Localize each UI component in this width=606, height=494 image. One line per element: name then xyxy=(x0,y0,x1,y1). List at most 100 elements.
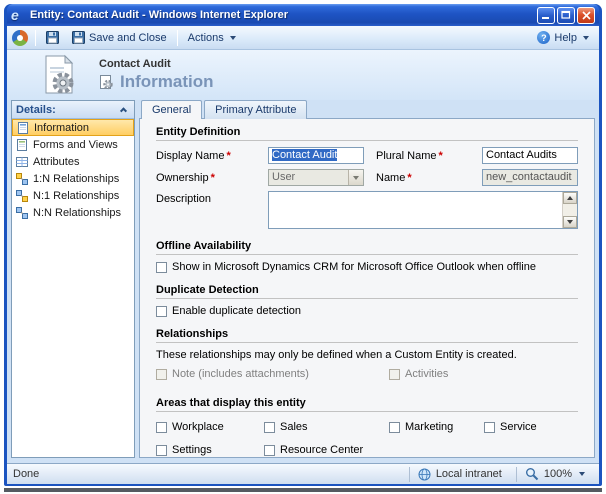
sidebar-item-forms-and-views[interactable]: Forms and Views xyxy=(12,136,134,153)
area-settings-checkbox[interactable] xyxy=(156,445,167,456)
entity-header: Contact Audit Information xyxy=(7,50,599,100)
toolbar-separator xyxy=(177,30,178,46)
maximize-button[interactable] xyxy=(557,7,575,24)
titlebar[interactable]: e Entity: Contact Audit - Windows Intern… xyxy=(7,4,599,26)
duplicate-detection-checkbox[interactable] xyxy=(156,306,167,317)
note-attachments-checkbox-label: Note (includes attachments) xyxy=(172,368,309,380)
chevron-down-icon xyxy=(230,36,236,40)
tab-strip: General Primary Attribute xyxy=(139,100,595,119)
form-icon xyxy=(17,122,29,134)
area-marketing-checkbox[interactable] xyxy=(389,422,400,433)
sidebar-item-information[interactable]: Information xyxy=(12,119,134,136)
sidebar-item-label: N:N Relationships xyxy=(33,207,121,219)
forms-views-icon xyxy=(16,139,28,151)
sidebar-item-label: Information xyxy=(34,122,89,134)
dropdown-arrow-icon xyxy=(348,170,363,185)
help-menu-button[interactable]: ? Help xyxy=(532,29,594,46)
close-icon xyxy=(582,11,591,20)
sidebar-item-label: N:1 Relationships xyxy=(33,190,119,202)
area-checkbox-label: Workplace xyxy=(172,421,224,433)
actions-menu-button[interactable]: Actions xyxy=(183,30,241,46)
toolbar-separator xyxy=(35,30,36,46)
window-bottom-edge xyxy=(4,488,602,492)
sidebar-item-attributes[interactable]: Attributes xyxy=(12,153,134,170)
save-icon xyxy=(46,31,59,44)
crm-logo-icon xyxy=(12,30,28,46)
sidebar: Details: Information Forms and Views Att… xyxy=(11,100,135,458)
description-textarea[interactable] xyxy=(268,191,578,229)
attributes-icon xyxy=(16,156,28,168)
minimize-button[interactable] xyxy=(537,7,555,24)
close-button[interactable] xyxy=(577,7,595,24)
chevron-down-icon xyxy=(579,472,585,476)
ie-logo-icon: e xyxy=(11,8,26,23)
page-title: Information xyxy=(120,72,214,92)
name-input: new_contactaudit xyxy=(482,169,578,186)
display-name-label: Display Name* xyxy=(156,150,256,162)
entity-name: Contact Audit xyxy=(99,58,214,70)
area-checkbox-label: Sales xyxy=(280,421,308,433)
scroll-down-button[interactable] xyxy=(563,216,577,228)
entity-page-gear-icon xyxy=(41,54,77,96)
duplicate-detection-checkbox-label: Enable duplicate detection xyxy=(172,305,301,317)
area-checkbox-label: Resource Center xyxy=(280,444,363,456)
sidebar-item-label: Attributes xyxy=(33,156,79,168)
plural-name-label: Plural Name* xyxy=(376,150,470,162)
main-area: Details: Information Forms and Views Att… xyxy=(7,100,599,463)
arrow-down-icon xyxy=(567,220,573,224)
scroll-up-button[interactable] xyxy=(563,192,577,204)
status-text: Done xyxy=(13,468,403,480)
magnifier-icon xyxy=(525,467,539,481)
save-and-close-label: Save and Close xyxy=(89,32,167,44)
toolbar: Save and Close Actions ? Help xyxy=(7,26,599,50)
required-marker: * xyxy=(407,172,411,184)
required-marker: * xyxy=(439,150,443,162)
section-heading: Offline Availability xyxy=(156,237,578,255)
area-workplace-checkbox[interactable] xyxy=(156,422,167,433)
tab-primary-attribute[interactable]: Primary Attribute xyxy=(204,100,307,119)
security-zone-indicator[interactable]: Local intranet xyxy=(409,467,510,482)
zoom-control[interactable]: 100% xyxy=(516,467,593,482)
activities-checkbox xyxy=(389,369,400,380)
zone-label: Local intranet xyxy=(436,468,502,480)
required-marker: * xyxy=(226,150,230,162)
save-and-close-button[interactable]: Save and Close xyxy=(67,29,172,46)
save-button[interactable] xyxy=(41,29,64,46)
content-area: General Primary Attribute Entity Definit… xyxy=(139,100,595,458)
area-checkbox-label: Settings xyxy=(172,444,212,456)
area-checkbox-label: Marketing xyxy=(405,421,453,433)
chevron-up-icon xyxy=(120,107,127,114)
sidebar-item-label: Forms and Views xyxy=(33,139,118,151)
section-heading: Entity Definition xyxy=(156,123,578,141)
description-scrollbar[interactable] xyxy=(562,192,577,228)
zoom-level: 100% xyxy=(544,468,572,480)
window-controls xyxy=(537,7,595,24)
description-label: Description xyxy=(156,191,256,205)
window-client-area: Save and Close Actions ? Help xyxy=(7,26,599,484)
section-heading: Duplicate Detection xyxy=(156,281,578,299)
sidebar-item-n1-relationships[interactable]: N:1 Relationships xyxy=(12,187,134,204)
sidebar-title: Details: xyxy=(16,104,56,116)
relationship-icon xyxy=(16,190,28,202)
collapse-sidebar-button[interactable] xyxy=(117,103,130,116)
relationships-note: These relationships may only be defined … xyxy=(156,349,578,361)
area-service-checkbox[interactable] xyxy=(484,422,495,433)
section-relationships: Relationships These relationships may on… xyxy=(156,325,578,386)
area-resource-center-checkbox[interactable] xyxy=(264,445,275,456)
required-marker: * xyxy=(211,172,215,184)
tab-general[interactable]: General xyxy=(141,100,202,119)
area-sales-checkbox[interactable] xyxy=(264,422,275,433)
ownership-label: Ownership* xyxy=(156,172,256,184)
display-name-input[interactable]: Contact Audit xyxy=(268,147,364,164)
display-name-value: Contact Audit xyxy=(272,149,337,161)
relationship-icon xyxy=(16,207,28,219)
browser-window: e Entity: Contact Audit - Windows Intern… xyxy=(4,4,602,486)
actions-label: Actions xyxy=(188,32,224,44)
offline-checkbox[interactable] xyxy=(156,262,167,273)
tab-label: Primary Attribute xyxy=(215,104,296,116)
section-offline-availability: Offline Availability Show in Microsoft D… xyxy=(156,237,578,273)
form-panel: Entity Definition Display Name* Contact … xyxy=(139,118,595,458)
plural-name-input[interactable]: Contact Audits xyxy=(482,147,578,164)
sidebar-item-nn-relationships[interactable]: N:N Relationships xyxy=(12,204,134,221)
sidebar-item-1n-relationships[interactable]: 1:N Relationships xyxy=(12,170,134,187)
